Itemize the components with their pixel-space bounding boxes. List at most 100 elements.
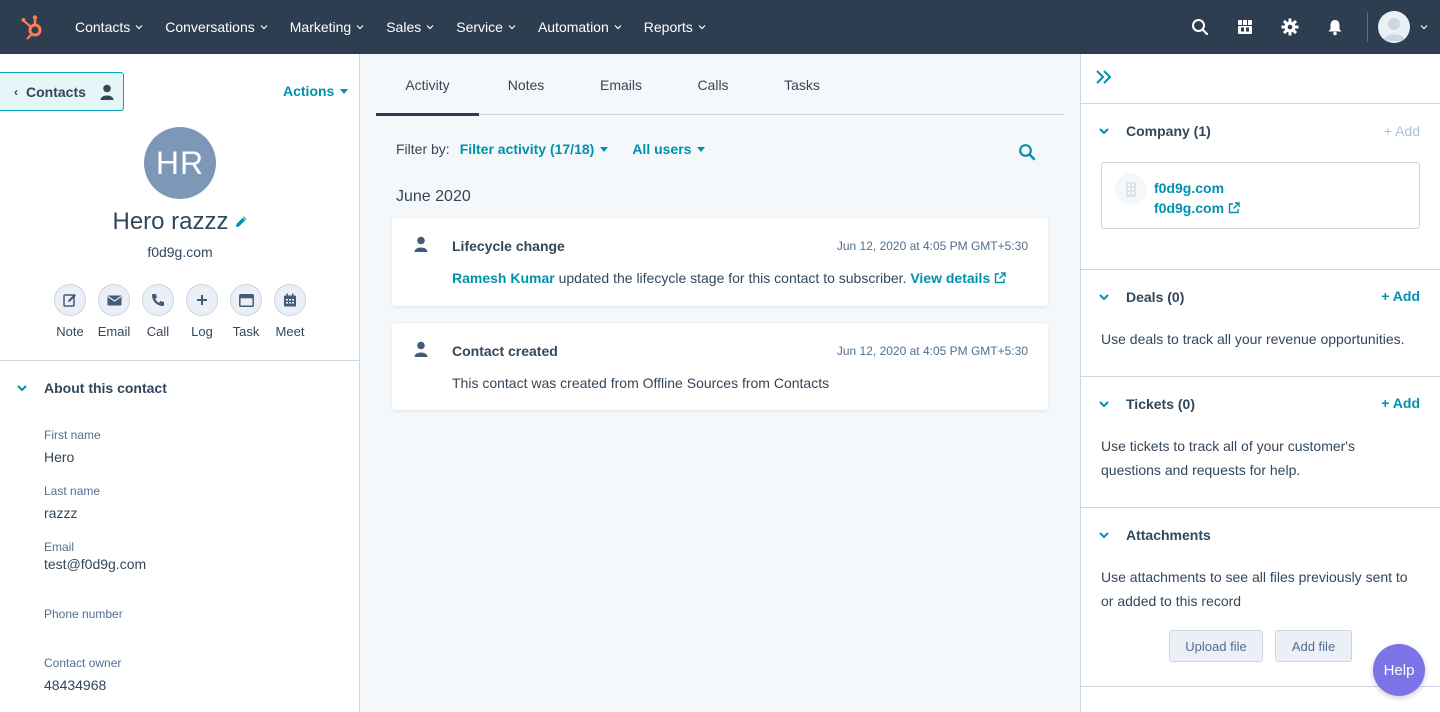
account-menu[interactable]	[1378, 11, 1440, 43]
property-contact-owner[interactable]: Contact owner 48434968	[44, 656, 121, 693]
nav-label: Conversations	[165, 19, 255, 35]
nav-marketing[interactable]: Marketing	[279, 0, 375, 54]
nav-sales[interactable]: Sales	[375, 0, 445, 54]
log-label: Log	[191, 324, 213, 339]
chevron-down-icon	[135, 25, 143, 30]
attachments-section-toggle[interactable]: Attachments	[1098, 527, 1211, 543]
property-value[interactable]: test@f0d9g.com	[44, 556, 146, 572]
divider	[1081, 507, 1440, 508]
nav-automation[interactable]: Automation	[527, 0, 633, 54]
expand-sidebar-icon[interactable]	[1095, 68, 1113, 91]
actor-link[interactable]: Ramesh Kumar	[452, 270, 555, 286]
add-company-button[interactable]: + Add	[1384, 123, 1420, 139]
filter-activity-dropdown[interactable]: Filter activity (17/18)	[460, 141, 609, 157]
tab-notes[interactable]: Notes	[479, 54, 573, 115]
email-action[interactable]: Email	[92, 284, 136, 339]
note-icon[interactable]	[54, 284, 86, 316]
property-label: Contact owner	[44, 656, 122, 670]
chevron-down-icon	[1099, 532, 1109, 539]
meet-action[interactable]: Meet	[268, 284, 312, 339]
caret-down-icon	[600, 146, 609, 152]
person-icon	[414, 236, 428, 257]
search-activity-icon[interactable]	[1018, 143, 1036, 166]
nav-label: Sales	[386, 19, 422, 35]
company-section-toggle[interactable]: Company (1)	[1098, 123, 1211, 139]
tab-activity[interactable]: Activity	[376, 54, 479, 116]
search-icon[interactable]	[1177, 0, 1222, 54]
settings-icon[interactable]	[1267, 0, 1312, 54]
add-ticket-button[interactable]: + Add	[1381, 395, 1420, 411]
chevron-down-icon	[508, 25, 516, 30]
company-name-link[interactable]: f0d9g.com	[1154, 180, 1224, 196]
external-link-icon	[994, 272, 1006, 284]
activity-card[interactable]: Lifecycle change Jun 12, 2020 at 4:05 PM…	[392, 218, 1048, 306]
activity-body: Ramesh Kumar updated the lifecycle stage…	[452, 270, 1006, 286]
upload-file-button[interactable]: Upload file	[1169, 630, 1263, 662]
activity-filter-bar: Filter by: Filter activity (17/18) All u…	[396, 141, 729, 157]
nav-service[interactable]: Service	[445, 0, 527, 54]
note-label: Note	[56, 324, 84, 339]
property-email[interactable]: Email test@f0d9g.com	[44, 540, 146, 572]
actions-dropdown[interactable]: Actions	[283, 83, 349, 99]
person-icon	[100, 84, 114, 100]
email-icon[interactable]	[98, 284, 130, 316]
filter-users-dropdown[interactable]: All users	[632, 141, 706, 157]
call-action[interactable]: Call	[136, 284, 180, 339]
person-icon	[414, 341, 428, 362]
contact-sidebar: ‹ Contacts Actions HR Hero razzz f0d9g.c…	[0, 54, 360, 712]
tab-calls[interactable]: Calls	[669, 54, 757, 115]
marketplace-icon[interactable]	[1222, 0, 1267, 54]
add-deal-button[interactable]: + Add	[1381, 288, 1420, 304]
task-label: Task	[232, 324, 260, 339]
nav-reports[interactable]: Reports	[633, 0, 717, 54]
chevron-down-icon	[1099, 401, 1109, 408]
help-button[interactable]: Help	[1373, 644, 1425, 696]
activity-panel: Activity Notes Emails Calls Tasks Filter…	[360, 54, 1080, 712]
avatar	[1378, 11, 1410, 43]
chevron-down-icon	[260, 25, 268, 30]
company-domain-link[interactable]: f0d9g.com	[1154, 200, 1240, 216]
meet-icon[interactable]	[274, 284, 306, 316]
add-file-button[interactable]: Add file	[1275, 630, 1352, 662]
property-value[interactable]: razzz	[44, 505, 100, 521]
task-icon[interactable]	[230, 284, 262, 316]
divider	[1081, 269, 1440, 270]
company-card[interactable]: f0d9g.com f0d9g.com	[1101, 162, 1420, 229]
chevron-left-icon: ‹	[14, 84, 18, 99]
property-phone-number[interactable]: Phone number	[44, 607, 123, 628]
property-last-name[interactable]: Last name razzz	[44, 484, 100, 521]
property-value[interactable]: 48434968	[44, 677, 121, 693]
property-label: Email	[44, 540, 75, 554]
deals-section-toggle[interactable]: Deals (0)	[1098, 289, 1184, 305]
attachments-description: Use attachments to see all files previou…	[1101, 569, 1408, 609]
tickets-description: Use tickets to track all of your custome…	[1101, 438, 1355, 478]
back-to-contacts-button[interactable]: ‹ Contacts	[0, 72, 124, 111]
tab-label: Tasks	[784, 76, 820, 93]
nav-label: Service	[456, 19, 503, 35]
edit-pencil-icon[interactable]	[235, 215, 248, 228]
log-icon[interactable]	[186, 284, 218, 316]
tickets-section-toggle[interactable]: Tickets (0)	[1098, 396, 1195, 412]
about-section-toggle[interactable]: About this contact	[16, 380, 167, 396]
log-action[interactable]: Log	[180, 284, 224, 339]
notifications-icon[interactable]	[1312, 0, 1357, 54]
chevron-down-icon	[426, 25, 434, 30]
contact-avatar[interactable]: HR	[144, 127, 216, 199]
property-value[interactable]: Hero	[44, 449, 101, 465]
tab-emails[interactable]: Emails	[573, 54, 669, 115]
chevron-down-icon	[1099, 294, 1109, 301]
about-title: About this contact	[44, 380, 167, 396]
nav-contacts[interactable]: Contacts	[64, 0, 154, 54]
hubspot-logo-icon[interactable]	[0, 0, 64, 54]
divider	[1081, 376, 1440, 377]
note-action[interactable]: Note	[48, 284, 92, 339]
nav-label: Automation	[537, 19, 609, 35]
property-first-name[interactable]: First name Hero	[44, 428, 101, 465]
call-icon[interactable]	[142, 284, 174, 316]
tab-tasks[interactable]: Tasks	[757, 54, 847, 115]
task-action[interactable]: Task	[224, 284, 268, 339]
chevron-down-icon	[1099, 128, 1109, 135]
view-details-link[interactable]: View details	[910, 270, 1006, 286]
activity-card[interactable]: Contact created Jun 12, 2020 at 4:05 PM …	[392, 323, 1048, 410]
nav-conversations[interactable]: Conversations	[154, 0, 279, 54]
